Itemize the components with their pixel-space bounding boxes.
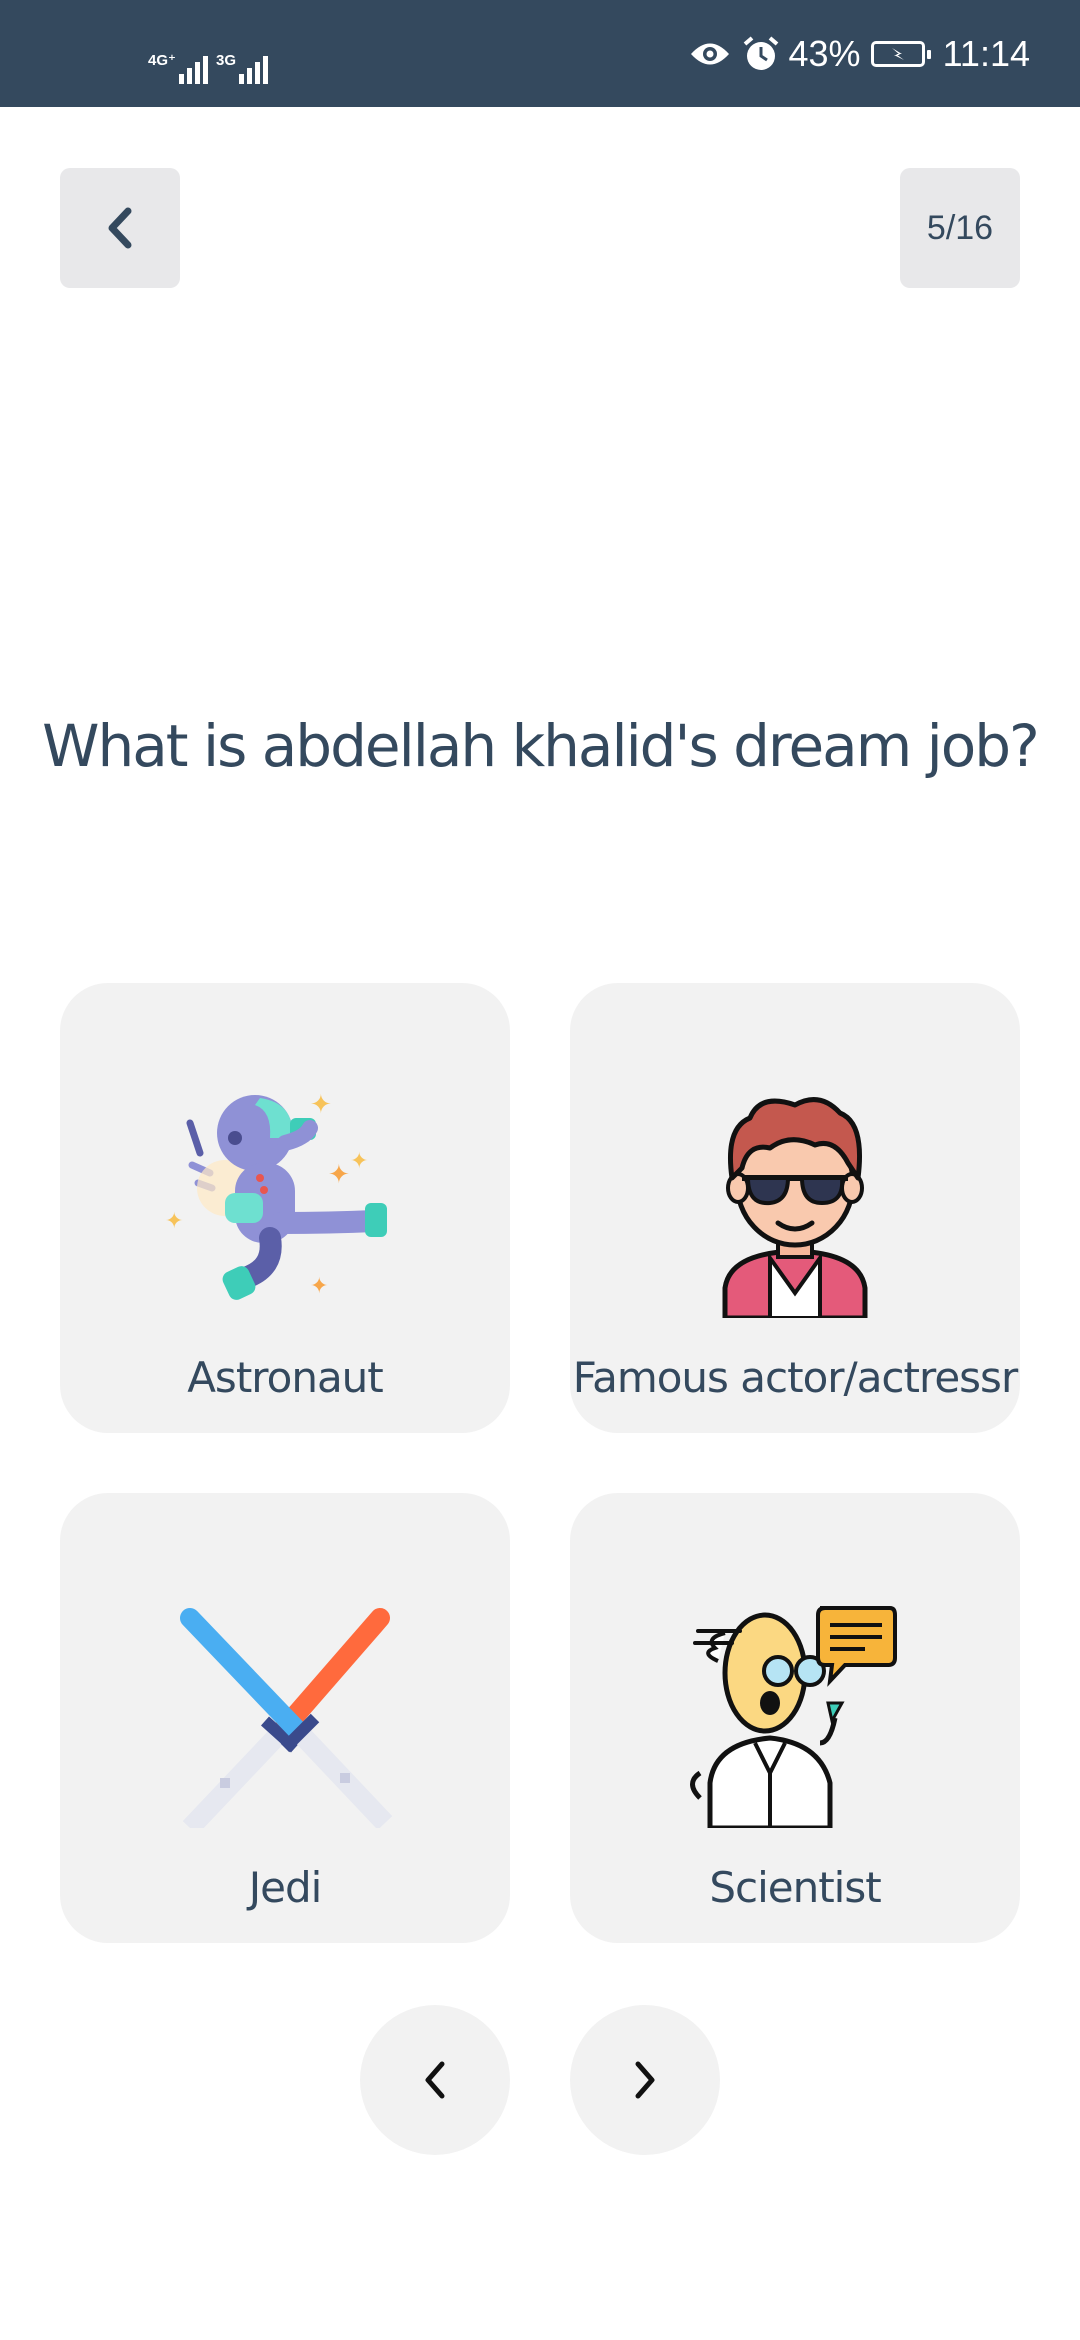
actor-icon [722,1097,868,1318]
previous-button[interactable] [360,2005,510,2155]
question-text: What is abdellah khalid's dream job? [42,712,1040,780]
alarm-icon [743,35,778,70]
status-right: 43% 11:14 [689,0,1030,107]
chevron-left-icon [425,2061,445,2099]
scientist-icon [690,1606,897,1828]
clock: 11:14 [942,32,1030,74]
network-type-label: 3G [216,52,237,69]
option-label: Astronaut [187,1353,384,1402]
option-jedi[interactable]: Jedi [60,1493,510,1943]
chevron-right-icon [635,2061,655,2099]
question-counter: 5/16 [900,168,1020,288]
signal-3g-icon: 3G [216,44,271,84]
option-scientist[interactable]: Scientist [570,1493,1020,1943]
svg-text:✦: ✦ [310,1273,328,1298]
signal-4g-icon: 4G⁺ [148,44,211,84]
chevron-left-icon [108,207,132,249]
network-type-label: 4G⁺ [148,52,176,69]
back-button[interactable] [60,168,180,288]
svg-text:✦: ✦ [165,1208,183,1233]
status-bar: 4G⁺ 3G 43% 11:14 [0,0,1080,107]
lightsabers-icon [180,1608,393,1828]
option-label: Famous actor/actressr [572,1353,1018,1402]
svg-text:✦: ✦ [310,1093,332,1119]
svg-text:✦: ✦ [328,1159,350,1189]
eye-icon [690,43,729,64]
svg-text:✦: ✦ [350,1148,368,1173]
battery-percent: 43% [788,32,861,74]
battery-charging-icon [870,40,931,67]
option-label: Scientist [709,1863,881,1912]
next-button[interactable] [570,2005,720,2155]
option-famous-actor[interactable]: Famous actor/actressr [570,983,1020,1433]
option-astronaut[interactable]: ✦ ✦ ✦ ✦ ✦ Astronaut [60,983,510,1433]
astronaut-icon: ✦ ✦ ✦ ✦ ✦ [165,1093,387,1300]
option-label: Jedi [248,1863,323,1912]
